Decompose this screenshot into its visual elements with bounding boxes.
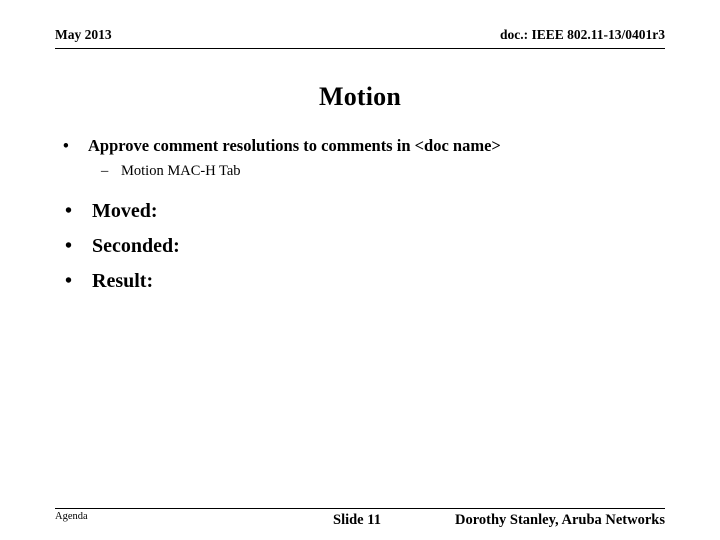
bullet-level1-approve: • Approve comment resolutions to comment… bbox=[55, 136, 665, 157]
bullet-marker-icon: • bbox=[63, 136, 69, 155]
footer-agenda-label: Agenda bbox=[55, 511, 88, 522]
header-document-number: doc.: IEEE 802.11-13/0401r3 bbox=[499, 27, 665, 42]
bullet-moved: • Moved: bbox=[55, 201, 665, 221]
bullet-marker-icon: • bbox=[65, 269, 73, 292]
header-date: May 2013 bbox=[55, 27, 112, 42]
page-title: Motion bbox=[318, 82, 402, 111]
bullet-level2-motion-tab: – Motion MAC-H Tab bbox=[55, 162, 665, 181]
bullet-result: • Result: bbox=[55, 271, 665, 291]
bullet-moved-text: Moved: bbox=[92, 199, 158, 222]
slide-body: • Approve comment resolutions to comment… bbox=[55, 136, 665, 306]
dash-marker-icon: – bbox=[101, 162, 109, 179]
footer-author: Dorothy Stanley, Aruba Networks bbox=[455, 512, 665, 528]
footer-slide-number: Slide 11 bbox=[333, 512, 381, 528]
footer-divider bbox=[55, 508, 665, 509]
bullet-seconded: • Seconded: bbox=[55, 236, 665, 256]
bullet-marker-icon: • bbox=[65, 199, 73, 222]
slide-header: May 2013 doc.: IEEE 802.11-13/0401r3 bbox=[55, 27, 665, 49]
bullet-marker-icon: • bbox=[65, 234, 73, 257]
bullet-level1-approve-text: Approve comment resolutions to comments … bbox=[88, 136, 501, 155]
slide: May 2013 doc.: IEEE 802.11-13/0401r3 Mot… bbox=[0, 0, 720, 540]
bullet-result-text: Result: bbox=[92, 269, 154, 292]
bullet-seconded-text: Seconded: bbox=[92, 234, 180, 257]
bullet-level2-motion-tab-text: Motion MAC-H Tab bbox=[121, 162, 241, 179]
